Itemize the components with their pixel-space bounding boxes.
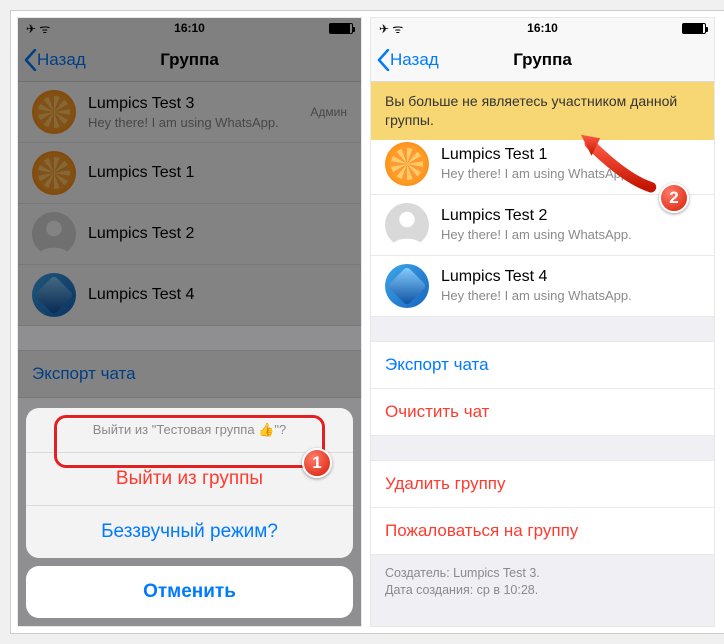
creator-label: Создатель: Lumpics Test 3. — [385, 565, 700, 583]
member-sub: Hey there! I am using WhatsApp. — [441, 227, 632, 242]
phone-right: ✈︎ ᯤ 16:10 Назад Группа Вы больше не явл… — [370, 17, 715, 627]
member-name: Lumpics Test 2 — [441, 207, 632, 225]
avatar — [385, 264, 429, 308]
status-bar: ✈︎ ᯤ 16:10 — [371, 18, 714, 38]
avatar — [385, 203, 429, 247]
member-name: Lumpics Test 4 — [441, 268, 632, 286]
member-row[interactable]: Lumpics Test 4 Hey there! I am using Wha… — [371, 256, 714, 317]
clear-chat[interactable]: Очистить чат — [371, 389, 714, 436]
status-time: 16:10 — [527, 21, 558, 35]
back-label: Назад — [390, 50, 439, 70]
highlight-box — [54, 415, 325, 468]
member-row[interactable]: Lumpics Test 1 Hey there! I am using Wha… — [371, 134, 714, 195]
step-badge-2: 2 — [659, 183, 689, 213]
back-button[interactable]: Назад — [371, 49, 439, 71]
export-chat[interactable]: Экспорт чата — [371, 341, 714, 389]
cancel-button[interactable]: Отменить — [26, 566, 353, 618]
battery-icon — [682, 23, 706, 34]
avatar — [385, 142, 429, 186]
phone-left: ✈︎ ᯤ 16:10 Назад Группа Lumpics Test 3 H… — [17, 17, 362, 627]
airplane-icon: ✈︎ ᯤ — [379, 20, 403, 37]
mute-button[interactable]: Беззвучный режим? — [26, 506, 353, 558]
chevron-left-icon — [377, 49, 390, 71]
nav-bar: Назад Группа — [371, 38, 714, 82]
step-badge-1: 1 — [302, 448, 332, 478]
delete-group[interactable]: Удалить группу — [371, 460, 714, 508]
member-sub: Hey there! I am using WhatsApp. — [441, 288, 632, 303]
created-label: Дата создания: ср в 10:28. — [385, 582, 700, 600]
info-banner: Вы больше не являетесь участником данной… — [371, 82, 714, 140]
page-title: Группа — [513, 50, 572, 70]
group-meta: Создатель: Lumpics Test 3. Дата создания… — [371, 555, 714, 610]
report-group[interactable]: Пожаловаться на группу — [371, 508, 714, 555]
arrow-annotation — [571, 126, 661, 196]
